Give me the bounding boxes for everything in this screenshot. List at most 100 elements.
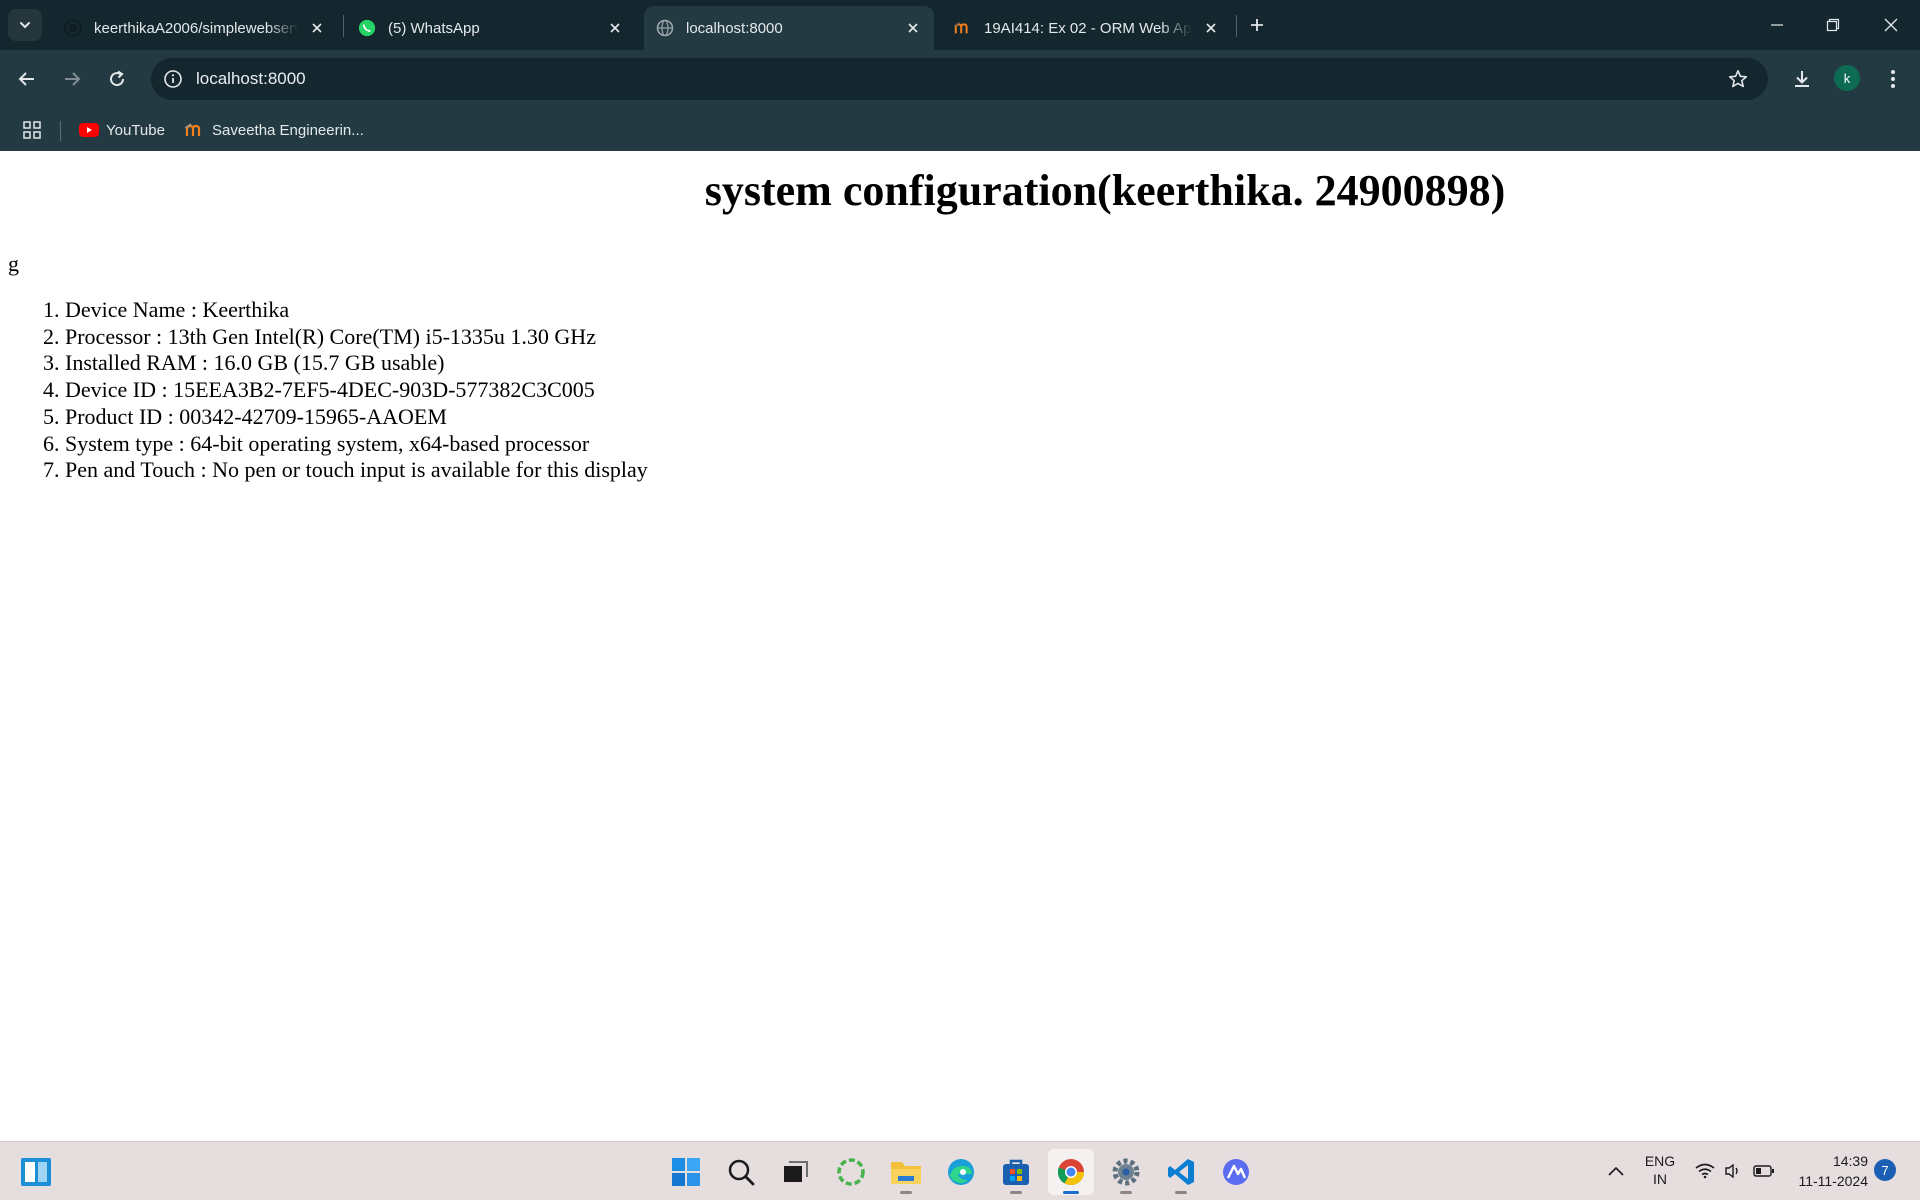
clock[interactable]: 14:39 11-11-2024 <box>1796 1151 1868 1191</box>
widgets-icon <box>21 1158 51 1186</box>
running-indicator <box>1010 1191 1022 1194</box>
chrome-button[interactable] <box>1048 1149 1094 1195</box>
running-indicator <box>1175 1191 1187 1194</box>
tab-title: 19AI414: Ex 02 - ORM Web App <box>984 19 1192 37</box>
edge-icon <box>948 1159 974 1185</box>
clock-date: 11-11-2024 <box>1798 1173 1868 1189</box>
running-indicator <box>1063 1191 1079 1194</box>
clock-time: 14:39 <box>1832 1153 1868 1169</box>
list-item: Installed RAM : 16.0 GB (15.7 GB usable) <box>65 350 648 377</box>
stray-text: g <box>8 251 19 276</box>
browser-window-chrome: keerthikaA2006/simplewebserver (5) Whats… <box>0 0 1920 151</box>
copilot-button[interactable] <box>828 1149 874 1195</box>
copilot-icon <box>837 1158 865 1186</box>
store-icon <box>1003 1159 1029 1185</box>
tab-orm-web-app[interactable]: 19AI414: Ex 02 - ORM Web App <box>942 6 1232 50</box>
youtube-icon <box>79 122 99 138</box>
tab-divider <box>343 15 344 37</box>
page-heading: system configuration(keerthika. 24900898… <box>704 166 1506 215</box>
tab-search-button[interactable] <box>8 9 42 41</box>
close-icon[interactable] <box>308 19 326 37</box>
back-button[interactable] <box>10 62 44 96</box>
list-item: Processor : 13th Gen Intel(R) Core(TM) i… <box>65 324 648 351</box>
minimize-button[interactable] <box>1762 10 1792 40</box>
wifi-icon[interactable] <box>1694 1160 1716 1182</box>
vscode-icon <box>1168 1159 1194 1185</box>
close-icon[interactable] <box>606 19 624 37</box>
region-code: IN <box>1653 1171 1667 1187</box>
plus-icon <box>1251 19 1263 31</box>
whatsapp-icon <box>358 19 376 37</box>
tab-title: localhost:8000 <box>686 19 783 37</box>
arrow-left-icon <box>18 72 34 86</box>
star-icon[interactable] <box>1726 67 1750 91</box>
vscode-button[interactable] <box>1158 1149 1204 1195</box>
tab-title: keerthikaA2006/simplewebserver <box>94 19 298 37</box>
settings-button[interactable] <box>1103 1149 1149 1195</box>
bookmark-label: Saveetha Engineerin... <box>212 121 364 139</box>
settings-icon <box>1112 1158 1140 1186</box>
address-bar-url[interactable]: localhost:8000 <box>196 69 306 89</box>
arc-button[interactable] <box>1213 1149 1259 1195</box>
new-tab-button[interactable] <box>1245 13 1269 37</box>
volume-icon[interactable] <box>1723 1160 1745 1182</box>
more-vertical-icon <box>1891 70 1895 88</box>
forward-button[interactable] <box>55 62 89 96</box>
windows-taskbar: ENG IN 14:39 11-11-2024 <box>0 1141 1920 1200</box>
list-item: Device ID : 15EEA3B2-7EF5-4DEC-903D-5773… <box>65 377 648 404</box>
list-item: Product ID : 00342-42709-15965-AAOEM <box>65 404 648 431</box>
file-explorer-icon <box>891 1162 921 1184</box>
search-button[interactable] <box>718 1149 764 1195</box>
arc-icon <box>1223 1159 1249 1185</box>
widgets-button[interactable] <box>13 1149 59 1195</box>
address-bar[interactable]: localhost:8000 <box>151 58 1768 100</box>
minimize-icon <box>1771 24 1783 26</box>
tab-localhost[interactable]: localhost:8000 <box>644 6 934 50</box>
info-icon[interactable] <box>161 67 185 91</box>
task-view-button[interactable] <box>773 1149 819 1195</box>
notification-badge[interactable]: 7 <box>1874 1159 1896 1181</box>
search-icon <box>728 1159 755 1186</box>
restore-icon <box>1826 18 1840 32</box>
system-config-list: Device Name : Keerthika Processor : 13th… <box>65 297 648 484</box>
apps-grid-icon[interactable] <box>20 118 44 142</box>
file-explorer-button[interactable] <box>883 1149 929 1195</box>
tab-github[interactable]: keerthikaA2006/simplewebserver <box>52 6 338 50</box>
close-icon[interactable] <box>1202 19 1220 37</box>
bookmarks-bar: YouTube Saveetha Engineerin... <box>0 108 1920 151</box>
bookmark-youtube[interactable]: YouTube <box>79 117 165 143</box>
start-icon <box>672 1158 700 1186</box>
language-indicator[interactable]: ENG IN <box>1643 1152 1677 1188</box>
bookmark-saveetha[interactable]: Saveetha Engineerin... <box>185 117 364 143</box>
downloads-button[interactable] <box>1785 62 1819 96</box>
edge-button[interactable] <box>938 1149 984 1195</box>
battery-icon[interactable] <box>1753 1160 1775 1182</box>
profile-avatar[interactable]: k <box>1834 65 1860 91</box>
reload-button[interactable] <box>100 62 134 96</box>
bookmarks-divider <box>60 121 61 141</box>
globe-icon <box>656 19 674 37</box>
moodle-icon <box>954 19 972 37</box>
running-indicator <box>900 1191 912 1194</box>
close-window-button[interactable] <box>1876 10 1906 40</box>
restore-button[interactable] <box>1818 10 1848 40</box>
arrow-right-icon <box>65 72 81 86</box>
list-item: Pen and Touch : No pen or touch input is… <box>65 457 648 484</box>
tab-whatsapp[interactable]: (5) WhatsApp <box>346 6 636 50</box>
list-item: System type : 64-bit operating system, x… <box>65 431 648 458</box>
start-button[interactable] <box>663 1149 709 1195</box>
tab-strip: keerthikaA2006/simplewebserver (5) Whats… <box>0 0 1920 50</box>
download-icon <box>1795 71 1809 87</box>
moodle-icon <box>185 122 205 138</box>
browser-menu-button[interactable] <box>1876 62 1910 96</box>
language-code: ENG <box>1644 1153 1676 1169</box>
task-view-icon <box>784 1161 808 1182</box>
close-icon[interactable] <box>904 19 922 37</box>
page-viewport: system configuration(keerthika. 24900898… <box>0 151 1920 1141</box>
running-indicator <box>1120 1191 1132 1194</box>
store-button[interactable] <box>993 1149 1039 1195</box>
chevron-up-icon[interactable] <box>1605 1160 1627 1182</box>
github-icon <box>64 19 82 37</box>
chevron-down-icon <box>20 22 30 29</box>
chrome-icon <box>1057 1159 1085 1186</box>
